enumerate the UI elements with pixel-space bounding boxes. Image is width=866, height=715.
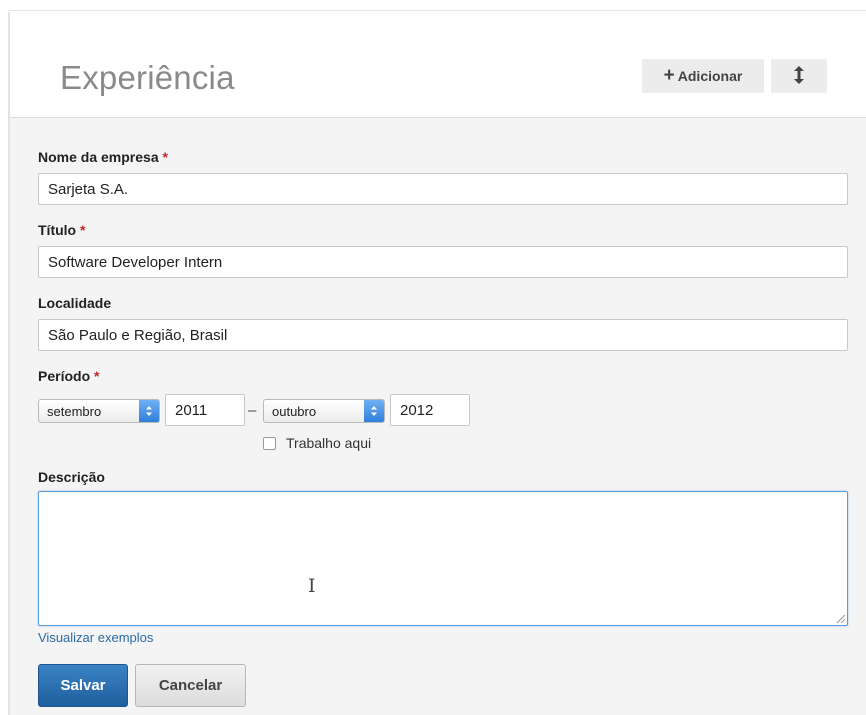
company-input[interactable] [38, 173, 848, 205]
add-button-label: Adicionar [677, 68, 743, 84]
plus-icon: + [663, 64, 675, 86]
select-arrows-icon [139, 400, 159, 422]
description-label: Descrição [38, 469, 105, 485]
add-experience-button[interactable]: + Adicionar [642, 59, 764, 93]
period-label: Período * [38, 368, 100, 384]
required-mark: * [162, 149, 168, 165]
resize-grip-icon[interactable] [836, 614, 846, 624]
end-month-value: outubro [272, 403, 317, 419]
section-header: Experiência + Adicionar [10, 11, 866, 118]
start-month-value: setembro [47, 403, 102, 419]
required-mark: * [94, 368, 100, 384]
section-title: Experiência [60, 59, 235, 96]
required-mark: * [80, 222, 86, 238]
location-label: Localidade [38, 295, 112, 311]
end-month-select[interactable]: outubro [263, 399, 385, 423]
description-textarea[interactable] [38, 491, 848, 626]
experience-form: Nome da empresa * Título * Localidade Pe… [10, 118, 866, 715]
experience-editor: Experiência + Adicionar Nome da empresa … [0, 0, 866, 715]
period-separator: – [248, 402, 257, 419]
location-input[interactable] [38, 319, 848, 351]
text-cursor-icon: I [308, 575, 316, 597]
reorder-button[interactable] [771, 59, 827, 93]
current-job-checkbox[interactable] [263, 437, 276, 450]
title-input[interactable] [38, 246, 848, 278]
company-label: Nome da empresa * [38, 149, 168, 165]
vertical-arrows-icon [794, 65, 804, 87]
title-label: Título * [38, 222, 86, 238]
save-button[interactable]: Salvar [38, 664, 128, 707]
start-month-select[interactable]: setembro [38, 399, 160, 423]
current-job-label: Trabalho aqui [286, 435, 372, 451]
select-arrows-icon [364, 400, 384, 422]
start-year-input[interactable] [165, 394, 245, 426]
cancel-button[interactable]: Cancelar [135, 664, 246, 707]
view-examples-link[interactable]: Visualizar exemplos [38, 630, 153, 645]
end-year-input[interactable] [390, 394, 470, 426]
